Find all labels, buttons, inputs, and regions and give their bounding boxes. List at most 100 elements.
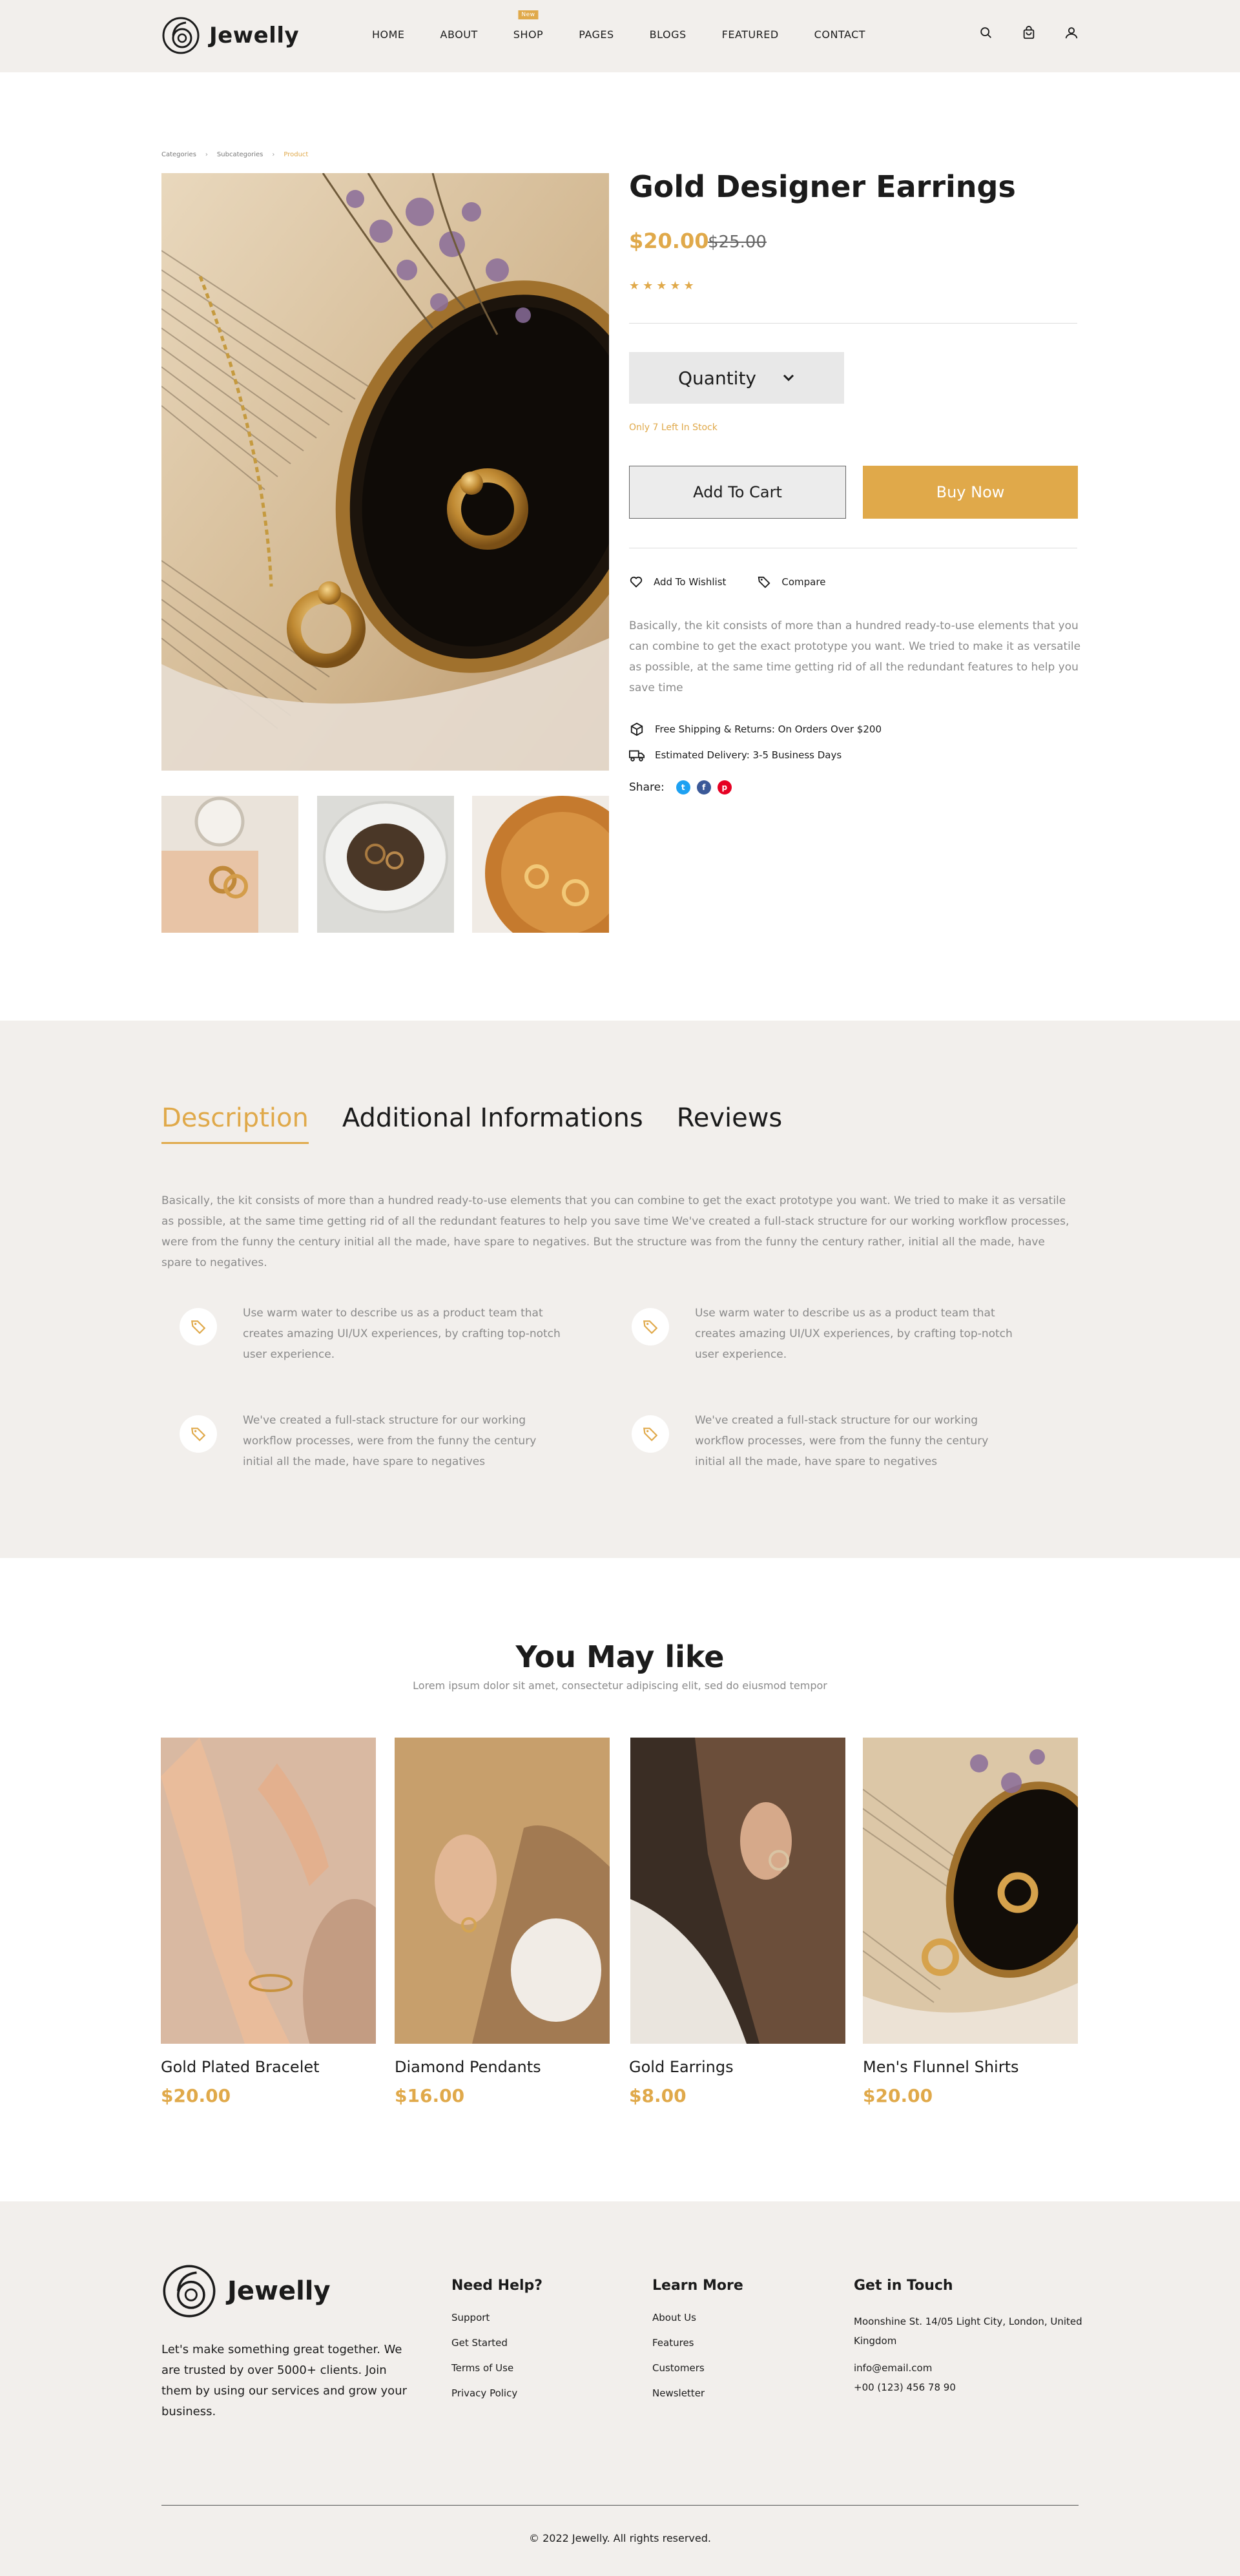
quantity-select[interactable]: Quantity — [629, 352, 844, 404]
product-short-description: Basically, the kit consists of more than… — [629, 619, 1081, 694]
compare-label: Compare — [781, 576, 826, 588]
chevron-right-icon: › — [205, 151, 208, 158]
box-icon — [630, 722, 643, 736]
footer-address: Moonshine St. 14/05 Light City, London, … — [854, 2316, 1082, 2347]
add-to-cart-button[interactable]: Add To Cart — [629, 466, 846, 519]
share-row: Share: t f p — [629, 780, 732, 795]
product-card-name[interactable]: Gold Earrings — [629, 2058, 734, 2076]
cart-icon[interactable] — [1022, 26, 1036, 40]
logo-icon — [162, 17, 200, 54]
compare-link[interactable]: Compare — [757, 575, 825, 589]
brand-logo[interactable]: Jewelly — [161, 16, 299, 55]
footer-link-get-started[interactable]: Get Started — [451, 2337, 542, 2349]
nav-home[interactable]: HOME — [372, 28, 405, 41]
nav-pages[interactable]: PAGES — [579, 28, 614, 41]
nav-featured[interactable]: FEATURED — [722, 28, 779, 41]
wishlist-label: Add To Wishlist — [654, 576, 727, 588]
nav-contact[interactable]: CONTACT — [814, 28, 865, 41]
buy-now-button[interactable]: Buy Now — [863, 466, 1078, 519]
chevron-down-icon — [783, 374, 794, 382]
may-like-subtitle: Lorem ipsum dolor sit amet, consectetur … — [413, 1679, 827, 1692]
footer-brand-name: Jewelly — [227, 2276, 331, 2306]
product-details-section: Description Additional Informations Revi… — [0, 1021, 1240, 1558]
product-card-image[interactable] — [863, 1738, 1078, 2044]
tab-additional-informations[interactable]: Additional Informations — [342, 1103, 643, 1144]
footer-logo[interactable]: Jewelly — [161, 2263, 331, 2319]
brand-name: Jewelly — [209, 23, 300, 48]
product-thumbnail-1[interactable] — [161, 796, 298, 933]
product-old-price: $25.00 — [708, 233, 767, 252]
shipping-row: Free Shipping & Returns: On Orders Over … — [629, 722, 882, 736]
product-card-name[interactable]: Gold Plated Bracelet — [161, 2058, 320, 2076]
logo-icon — [163, 2265, 216, 2318]
tag-icon — [180, 1415, 217, 1453]
footer-link-features[interactable]: Features — [652, 2337, 743, 2349]
header-actions — [979, 26, 1079, 40]
delivery-text: Estimated Delivery: 3-5 Business Days — [655, 749, 842, 761]
heart-icon — [630, 576, 643, 588]
product-card-price: $20.00 — [161, 2085, 231, 2106]
product-thumbnail-2[interactable] — [317, 796, 454, 933]
feature-text: We've created a full-stack structure for… — [695, 1414, 989, 1468]
feature-item: We've created a full-stack structure for… — [180, 1410, 567, 1472]
delivery-row: Estimated Delivery: 3-5 Business Days — [629, 748, 882, 762]
crumb-categories[interactable]: Categories — [161, 151, 196, 158]
facebook-icon[interactable]: f — [696, 780, 711, 795]
tab-reviews[interactable]: Reviews — [677, 1103, 783, 1144]
footer-link-customers[interactable]: Customers — [652, 2362, 743, 2374]
site-footer: Jewelly Let's make something great toget… — [0, 2201, 1240, 2576]
footer-help-title: Need Help? — [451, 2278, 543, 2294]
share-label: Share: — [629, 781, 665, 794]
footer-learn-column: Learn More About Us Features Customers N… — [652, 2278, 743, 2413]
crumb-subcategories[interactable]: Subcategories — [217, 151, 263, 158]
footer-contact-title: Get in Touch — [854, 2278, 953, 2294]
copyright: © 2022 Jewelly. All rights reserved. — [529, 2532, 711, 2544]
footer-email[interactable]: info@email.com — [854, 2358, 1086, 2378]
footer-link-terms[interactable]: Terms of Use — [451, 2362, 542, 2374]
product-price: $20.00 — [629, 229, 709, 253]
feature-text: Use warm water to describe us as a produ… — [695, 1307, 1013, 1361]
footer-link-about[interactable]: About Us — [652, 2312, 743, 2323]
nav-shop[interactable]: New SHOP — [513, 10, 544, 41]
footer-phone[interactable]: +00 (123) 456 78 90 — [854, 2378, 1086, 2397]
add-to-wishlist-link[interactable]: Add To Wishlist — [629, 575, 726, 589]
footer-divider — [161, 2505, 1079, 2506]
feature-item: We've created a full-stack structure for… — [632, 1410, 1019, 1472]
product-main-image[interactable] — [161, 173, 609, 771]
product-card-name[interactable]: Men's Flunnel Shirts — [863, 2058, 1018, 2076]
tab-description[interactable]: Description — [161, 1103, 309, 1144]
product-thumbnail-3[interactable] — [472, 796, 609, 933]
divider — [629, 323, 1077, 324]
product-card-price: $16.00 — [395, 2085, 465, 2106]
breadcrumb: Categories › Subcategories › Product — [161, 151, 308, 158]
twitter-icon[interactable]: t — [676, 780, 690, 795]
product-card-name[interactable]: Diamond Pendants — [395, 2058, 541, 2076]
nav-about[interactable]: ABOUT — [440, 28, 478, 41]
site-header: Jewelly HOME ABOUT New SHOP PAGES BLOGS … — [0, 0, 1240, 72]
quantity-label: Quantity — [678, 367, 756, 389]
footer-link-privacy[interactable]: Privacy Policy — [451, 2387, 542, 2399]
new-badge: New — [518, 10, 539, 19]
nav-blogs[interactable]: BLOGS — [650, 28, 687, 41]
product-card-image[interactable] — [630, 1738, 845, 2044]
tag-icon — [632, 1415, 669, 1453]
product-card-image[interactable] — [395, 1738, 610, 2044]
user-icon[interactable] — [1064, 26, 1079, 40]
description-text: Basically, the kit consists of more than… — [161, 1194, 1070, 1269]
shipping-text: Free Shipping & Returns: On Orders Over … — [655, 723, 882, 735]
product-title: Gold Designer Earrings — [629, 169, 1016, 204]
footer-tagline: Let's make something great together. We … — [161, 2343, 408, 2418]
product-card-image[interactable] — [161, 1738, 376, 2044]
footer-link-support[interactable]: Support — [451, 2312, 542, 2323]
feature-text: We've created a full-stack structure for… — [243, 1414, 537, 1468]
details-tabs: Description Additional Informations Revi… — [161, 1103, 782, 1144]
product-card-price: $8.00 — [629, 2085, 687, 2106]
search-icon[interactable] — [979, 26, 993, 40]
stock-note: Only 7 Left In Stock — [629, 422, 718, 433]
footer-link-newsletter[interactable]: Newsletter — [652, 2387, 743, 2399]
main-nav: HOME ABOUT New SHOP PAGES BLOGS FEATURED… — [372, 10, 865, 41]
tag-icon — [180, 1308, 217, 1345]
rating-stars: ★★★★★ — [629, 279, 698, 293]
pinterest-icon[interactable]: p — [717, 780, 732, 795]
nav-shop-label: SHOP — [513, 28, 544, 41]
